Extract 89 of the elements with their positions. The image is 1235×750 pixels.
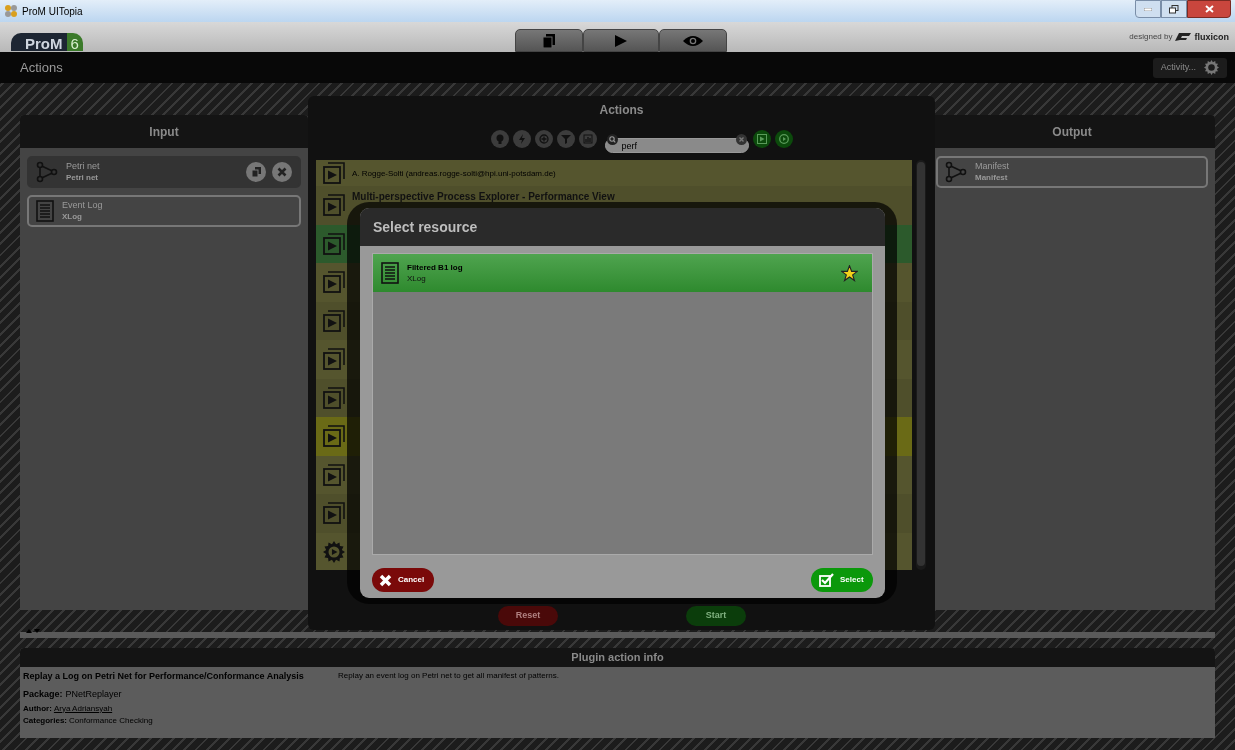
star-icon[interactable] [841, 264, 858, 282]
stacked-play-icon [323, 425, 345, 448]
minimize-icon [1144, 7, 1152, 11]
document-icon [381, 262, 399, 284]
play-icon [615, 34, 627, 47]
brand-name: fluxicon [1194, 30, 1229, 44]
copy-button[interactable] [246, 162, 266, 182]
checkbox-icon [819, 573, 834, 587]
gear-play-icon [323, 540, 345, 563]
eye-icon [682, 34, 704, 47]
stacked-play-icon [323, 232, 345, 255]
clear-icon [735, 133, 747, 145]
scrollbar[interactable] [916, 160, 926, 570]
close-icon [1204, 5, 1214, 13]
stacked-play-icon [323, 386, 345, 409]
slot-name: Petri net [66, 162, 100, 171]
action-author: A. Rogge-Solti (andreas.rogge-solti@hpi.uni-potsdam.de) [352, 168, 556, 180]
gear-icon [1204, 60, 1219, 75]
lightning-icon [516, 134, 527, 144]
slot-type: Petri net [66, 174, 99, 182]
action-title: Multi-perspective Process Explorer - Performance View [352, 190, 615, 204]
cancel-button[interactable]: Cancel [372, 568, 434, 592]
slot-name: Event Log [62, 201, 103, 210]
start-button[interactable]: Start [686, 606, 746, 626]
plugin-name: Replay a Log on Petri Net for Performance/Conformance Analysis [23, 670, 305, 682]
scrollbar-thumb[interactable] [917, 162, 925, 566]
stacked-play-icon [323, 309, 345, 332]
designed-by-text: designed by [1129, 31, 1173, 44]
panel-title: Input [149, 123, 179, 141]
window-title: ProM UITopia [22, 4, 83, 19]
remove-button[interactable] [272, 162, 292, 182]
slot-type: XLog [62, 213, 83, 221]
view-tab[interactable] [659, 29, 727, 52]
resource-type: XLog [407, 274, 427, 283]
petri-net-icon [36, 161, 58, 183]
visualizer-filter-button[interactable] [752, 130, 771, 148]
resource-name: Filtered B1 log [407, 263, 463, 272]
reset-button[interactable]: Reset [498, 606, 558, 626]
author-link[interactable]: Arya Adriansyah [53, 702, 113, 715]
play-window-icon [756, 134, 767, 144]
actions-tab[interactable] [583, 29, 659, 52]
author-label: Author: [23, 702, 52, 715]
search-icon [606, 133, 618, 145]
copy-icon [251, 167, 261, 177]
panel-title: Output [1052, 123, 1092, 141]
slot-name: Manifest [975, 162, 1009, 171]
plus-circle-icon [538, 134, 549, 144]
collapse-arrows-icon [26, 628, 42, 634]
close-icon [277, 167, 287, 177]
logo-text: ProM [11, 33, 67, 51]
stacked-play-icon [323, 502, 345, 525]
stacked-play-icon [323, 463, 345, 486]
stacked-play-icon [323, 271, 345, 294]
plugin-description: Replay an event log on Petri net to get all manifest of patterns. [338, 670, 560, 682]
resource-slot[interactable]: Event Log XLog [27, 195, 301, 227]
dialog-title: Select resource [373, 217, 478, 237]
app-icon [4, 4, 18, 18]
brand-logo-icon [1175, 33, 1192, 42]
panel-title: Plugin action info [571, 650, 664, 666]
play-circle-icon [778, 134, 789, 144]
stacked-play-icon [323, 348, 345, 371]
package-label: Package: [23, 688, 63, 701]
stacked-play-icon [323, 194, 345, 217]
action-row[interactable]: A. Rogge-Solti (andreas.rogge-solti@hpi.uni-potsdam.de) [316, 160, 912, 186]
resource-slot[interactable]: Petri net Petri net [27, 156, 301, 188]
bulb-icon [494, 134, 505, 144]
categories-label: Categories: [23, 714, 67, 727]
search-field[interactable]: perf [604, 138, 749, 153]
activity-button[interactable]: Activity... [1152, 57, 1227, 78]
package-value: PNetReplayer [65, 688, 122, 701]
restore-icon [1169, 4, 1179, 14]
petri-net-icon [945, 161, 967, 183]
categories-value: Conformance Checking [69, 714, 153, 727]
filter-icon [560, 134, 571, 144]
slot-type: Manifest [975, 174, 1009, 182]
close-button[interactable] [1187, 0, 1231, 18]
copy-icon [543, 33, 555, 48]
document-icon [36, 200, 54, 222]
workspace-tab[interactable] [515, 29, 583, 52]
stacked-play-icon [323, 162, 345, 184]
maximize-button[interactable] [1161, 0, 1187, 18]
chart-icon [582, 134, 593, 144]
resource-slot[interactable]: Manifest Manifest [936, 156, 1208, 188]
select-button[interactable]: Select [811, 568, 873, 592]
resource-item[interactable]: Filtered B1 log XLog [373, 254, 872, 292]
close-icon [379, 573, 392, 587]
dialog-title: Actions [599, 102, 644, 119]
page-title: Actions [20, 58, 63, 77]
plugin-filter-button[interactable] [774, 130, 793, 148]
